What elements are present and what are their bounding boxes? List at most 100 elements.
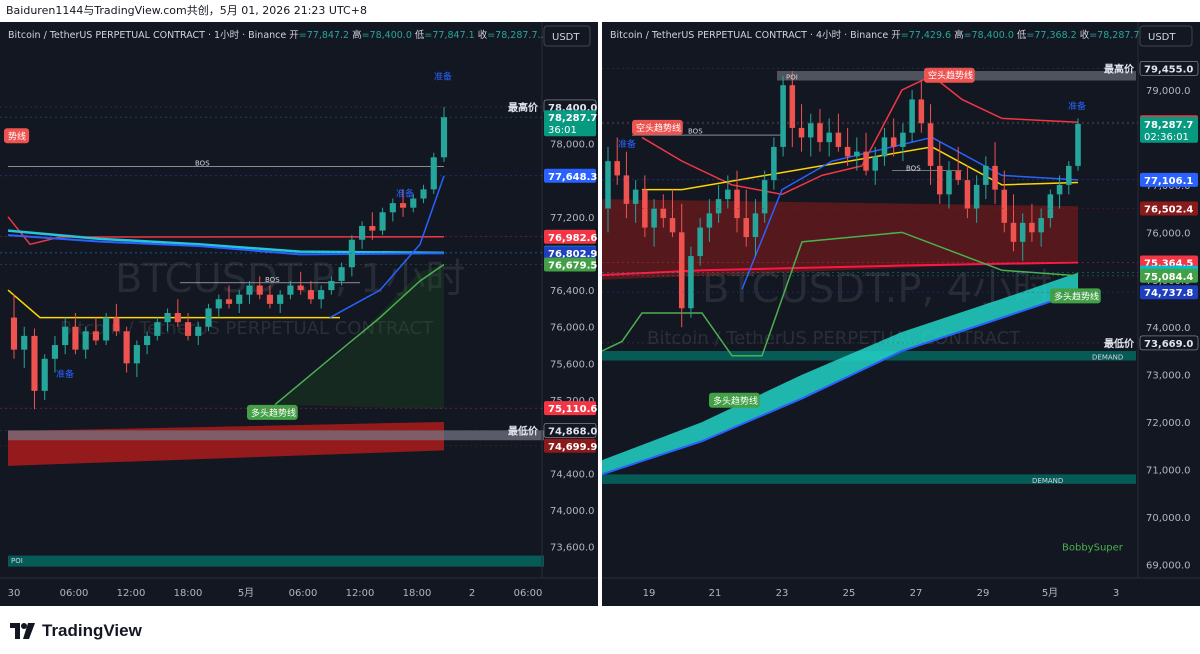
candle-body[interactable] [205,308,212,327]
candle-body[interactable] [826,132,832,143]
candle-body[interactable] [10,317,18,350]
candle-body[interactable] [410,198,417,208]
candle-body[interactable] [225,299,233,304]
candle-body[interactable] [688,256,694,309]
candle-body[interactable] [725,189,731,200]
candle-body[interactable] [697,227,703,257]
candle-body[interactable] [918,99,925,124]
price-tag-label: 78,287.7 [1144,120,1193,131]
candle-body[interactable] [92,331,99,341]
candle-body[interactable] [277,294,284,304]
candle-body[interactable] [256,285,263,295]
candle-body[interactable] [854,151,860,157]
candle-body[interactable] [389,203,396,213]
candle-body[interactable] [164,313,171,323]
candle-body[interactable] [72,326,79,350]
candle-body[interactable] [1029,222,1035,233]
candle-body[interactable] [973,184,980,209]
candle-body[interactable] [184,322,192,336]
price-tag-label: 75,110.6 [548,404,597,415]
candle-body[interactable] [678,232,685,309]
candle-body[interactable] [338,267,345,281]
candle-body[interactable] [359,226,366,240]
candle-body[interactable] [614,161,620,176]
candle-body[interactable] [789,85,796,128]
candle-body[interactable] [1047,194,1054,219]
x-tick-label: 18:00 [174,588,203,599]
candle-body[interactable] [1075,123,1081,166]
candle-body[interactable] [430,157,437,190]
candle-body[interactable] [21,335,28,350]
candle-body[interactable] [82,331,89,350]
candle-body[interactable] [734,189,740,219]
candle-body[interactable] [881,137,888,157]
candle-body[interactable] [41,358,48,391]
candle-body[interactable] [1010,222,1017,242]
chart-panel-1h[interactable]: BTCUSDT.P, 1小时 Bitcoin / TetherUS PERPETU… [0,22,598,606]
candle-body[interactable] [1056,184,1063,195]
candle-body[interactable] [955,170,961,181]
candle-body[interactable] [946,170,952,195]
candle-body[interactable] [123,331,130,364]
candle-body[interactable] [113,317,120,332]
candle-body[interactable] [660,208,667,219]
candle-body[interactable] [900,132,906,147]
candle-body[interactable] [62,326,69,346]
candle-body[interactable] [1001,189,1008,223]
candle-body[interactable] [420,189,427,199]
candle-body[interactable] [307,290,314,300]
candle-body[interactable] [266,294,274,304]
candle-body[interactable] [927,123,934,166]
chart-panel-4h[interactable]: BTCUSDT.P, 4小时 Bitcoin / TetherUS PERPETU… [602,22,1200,606]
candle-body[interactable] [1038,218,1044,233]
candle-body[interactable] [632,189,639,204]
candle-body[interactable] [133,345,140,364]
candle-body[interactable] [743,218,749,238]
candle-body[interactable] [909,99,915,133]
chart-svg-4h[interactable]: BTCUSDT.P, 4小时Bitcoin / TetherUS PERPETU… [602,22,1200,606]
candle-body[interactable] [215,299,222,309]
candle-body[interactable] [31,335,38,391]
candle-body[interactable] [103,317,110,341]
candle-body[interactable] [144,335,151,346]
candle-body[interactable] [752,213,759,238]
candle-body[interactable] [863,151,869,171]
candle-body[interactable] [369,226,376,231]
candle-body[interactable] [992,165,998,190]
candle-body[interactable] [399,203,407,208]
candle-body[interactable] [236,294,243,304]
candle-body[interactable] [890,137,897,147]
candle-body[interactable] [195,326,202,336]
candle-body[interactable] [154,322,161,336]
candle-body[interactable] [835,132,842,147]
candle-body[interactable] [817,123,823,143]
candle-body[interactable] [1066,165,1072,185]
candle-body[interactable] [51,345,59,359]
candle-body[interactable] [287,285,294,295]
candle-body[interactable] [964,180,971,209]
candle-body[interactable] [669,218,676,233]
candle-body[interactable] [651,208,657,228]
chart-svg-1h[interactable]: BTCUSDT.P, 1小时Bitcoin / TetherUS PERPETU… [0,22,598,606]
candle-body[interactable] [328,280,335,291]
tradingview-logo[interactable]: TradingView [10,620,142,642]
candle-body[interactable] [174,313,181,323]
demand-label-1: DEMAND [1092,354,1123,362]
candle-body[interactable] [440,117,448,158]
candle-body[interactable] [318,290,325,300]
candle-body[interactable] [798,127,805,138]
candle-body[interactable] [379,212,386,231]
candle-body[interactable] [246,285,253,295]
candle-body[interactable] [983,165,989,185]
candle-body[interactable] [807,123,814,138]
candle-body[interactable] [1019,222,1026,242]
candle-body[interactable] [771,146,777,181]
candle-body[interactable] [844,146,851,157]
candle-body[interactable] [780,85,786,147]
candle-body[interactable] [715,199,722,214]
candle-body[interactable] [297,285,304,291]
price-tag-caption: 最高价 [1104,62,1135,75]
candle-body[interactable] [605,161,611,209]
candle-body[interactable] [872,156,879,171]
candle-body[interactable] [706,213,713,228]
